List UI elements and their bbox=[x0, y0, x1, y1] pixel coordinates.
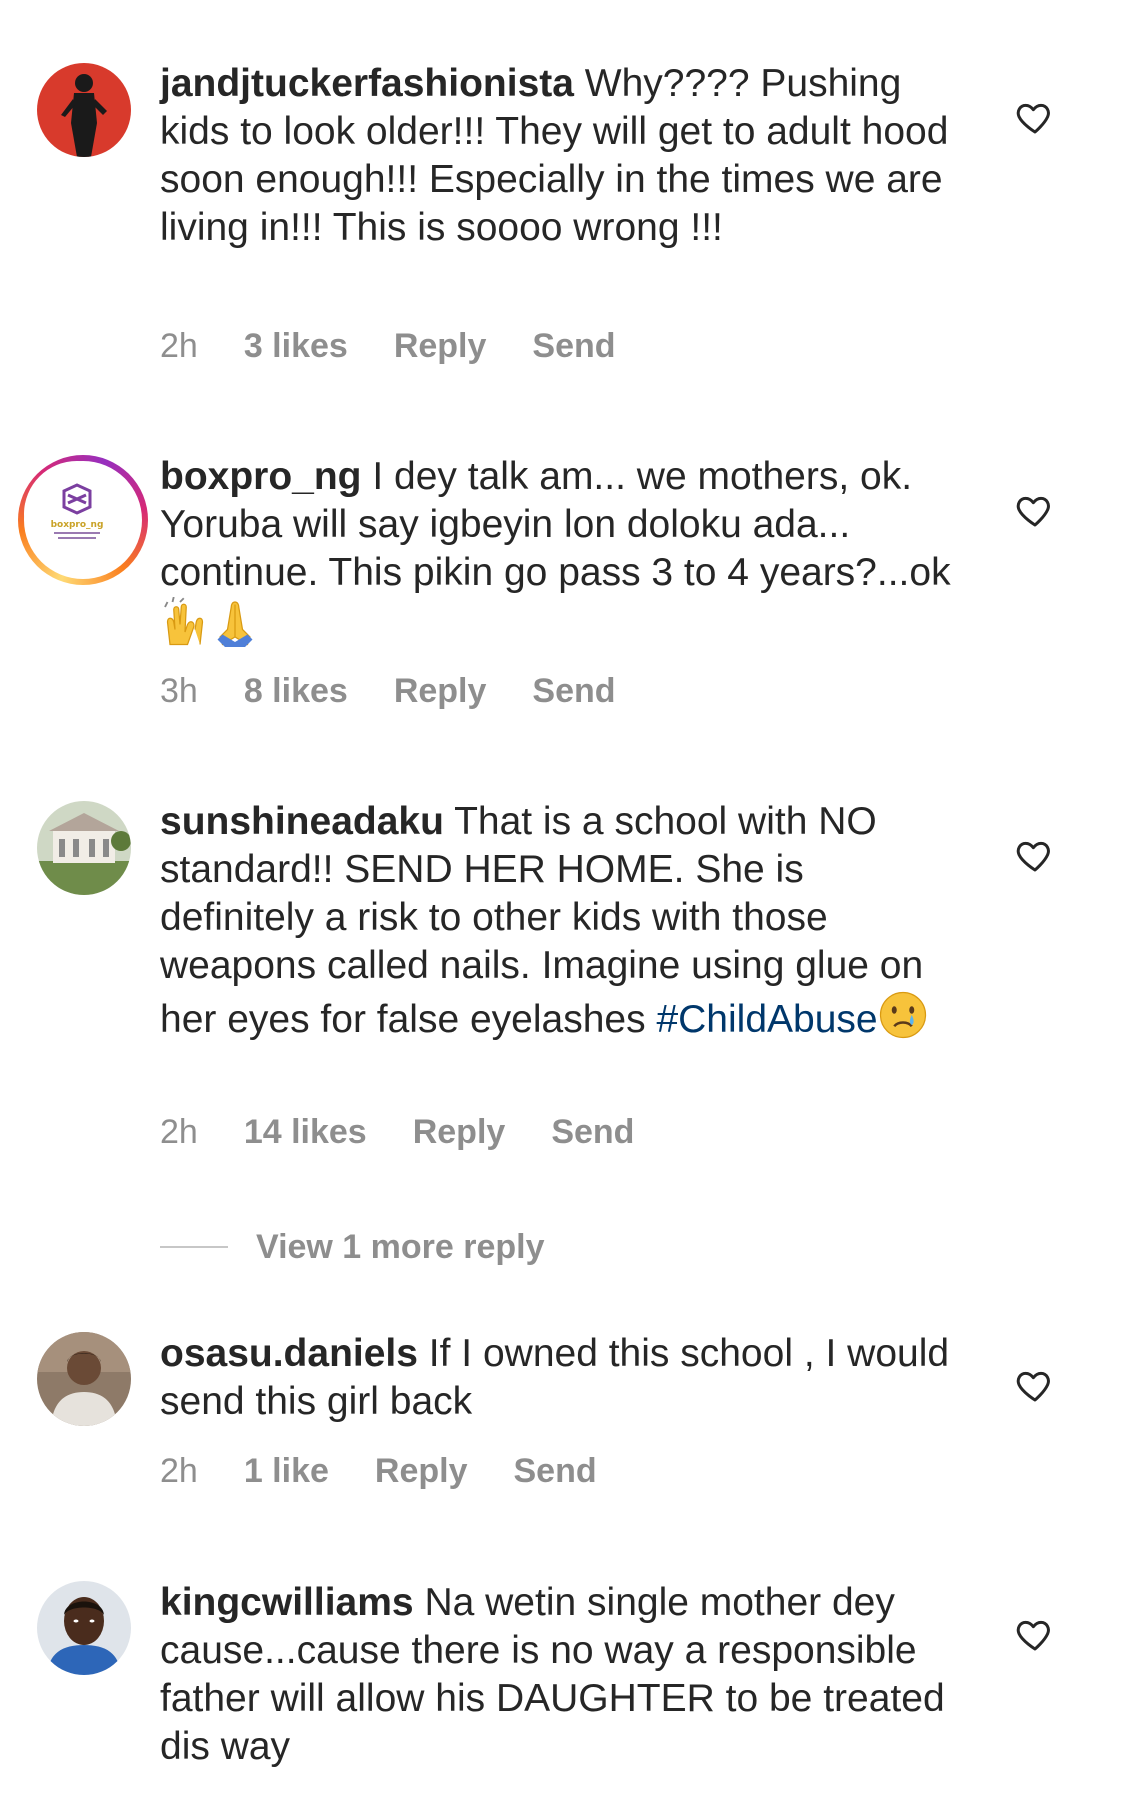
avatar[interactable] bbox=[37, 1332, 131, 1426]
avatar-image bbox=[37, 1581, 131, 1675]
comment-text: sunshineadaku That is a school with NO s… bbox=[160, 798, 960, 1044]
send-button[interactable]: Send bbox=[514, 1452, 597, 1490]
raising-hands-icon bbox=[164, 597, 204, 646]
comment-username[interactable]: kingcwilliams bbox=[160, 1581, 414, 1624]
comment-likes[interactable]: 1 like bbox=[244, 1452, 329, 1490]
comment-time[interactable]: 2h bbox=[160, 1113, 198, 1151]
comment-username[interactable]: boxpro_ng bbox=[160, 455, 362, 498]
avatar[interactable] bbox=[37, 63, 131, 157]
heart-outline-icon[interactable] bbox=[1015, 835, 1055, 875]
reply-button[interactable]: Reply bbox=[375, 1452, 468, 1490]
heart-outline-icon[interactable] bbox=[1015, 1365, 1055, 1405]
comment-username[interactable]: sunshineadaku bbox=[160, 800, 444, 843]
comment-meta: 2h 3 likes Reply Send bbox=[160, 327, 662, 366]
avatar[interactable] bbox=[37, 1581, 131, 1675]
reply-button[interactable]: Reply bbox=[394, 672, 487, 710]
send-button[interactable]: Send bbox=[532, 672, 615, 710]
divider-line bbox=[160, 1246, 228, 1248]
comment-likes[interactable]: 3 likes bbox=[244, 327, 348, 365]
heart-outline-icon[interactable] bbox=[1015, 97, 1055, 137]
heart-outline-icon[interactable] bbox=[1015, 490, 1055, 530]
comment-text: boxpro_ng I dey talk am... we mothers, o… bbox=[160, 453, 960, 651]
avatar-image bbox=[37, 63, 131, 157]
view-more-replies-label[interactable]: View 1 more reply bbox=[256, 1228, 545, 1267]
comment-time[interactable]: 3h bbox=[160, 672, 198, 710]
comment-time[interactable]: 2h bbox=[160, 1452, 198, 1490]
comment-time[interactable]: 2h bbox=[160, 327, 198, 365]
logo-text: boxpro_ng bbox=[51, 520, 104, 530]
send-button[interactable]: Send bbox=[532, 327, 615, 365]
view-more-replies[interactable]: View 1 more reply bbox=[160, 1225, 545, 1269]
avatar-image bbox=[37, 1332, 131, 1426]
comment-text: jandjtuckerfashionista Why???? Pushing k… bbox=[160, 60, 960, 252]
comment-meta: 3h 8 likes Reply Send bbox=[160, 672, 662, 711]
reply-button[interactable]: Reply bbox=[413, 1113, 506, 1151]
comment-username[interactable]: jandjtuckerfashionista bbox=[160, 62, 574, 105]
reply-button[interactable]: Reply bbox=[394, 327, 487, 365]
boxpro-logo-icon: boxpro_ng bbox=[24, 461, 130, 567]
hashtag-link[interactable]: #ChildAbuse bbox=[656, 998, 877, 1041]
avatar[interactable]: boxpro_ng bbox=[18, 455, 148, 585]
crying-face-icon bbox=[879, 991, 926, 1039]
folded-hands-icon bbox=[217, 601, 253, 647]
comment-username[interactable]: osasu.daniels bbox=[160, 1332, 418, 1375]
comment-text: osasu.daniels If I owned this school , I… bbox=[160, 1330, 960, 1426]
comment-likes[interactable]: 8 likes bbox=[244, 672, 348, 710]
comment-meta: 2h 14 likes Reply Send bbox=[160, 1113, 680, 1152]
comment-meta: 2h 1 like Reply Send bbox=[160, 1452, 643, 1491]
heart-outline-icon[interactable] bbox=[1015, 1614, 1055, 1654]
comment-likes[interactable]: 14 likes bbox=[244, 1113, 367, 1151]
send-button[interactable]: Send bbox=[551, 1113, 634, 1151]
avatar-image bbox=[37, 801, 131, 895]
avatar[interactable] bbox=[37, 801, 131, 895]
comment-text: kingcwilliams Na wetin single mother dey… bbox=[160, 1579, 960, 1771]
